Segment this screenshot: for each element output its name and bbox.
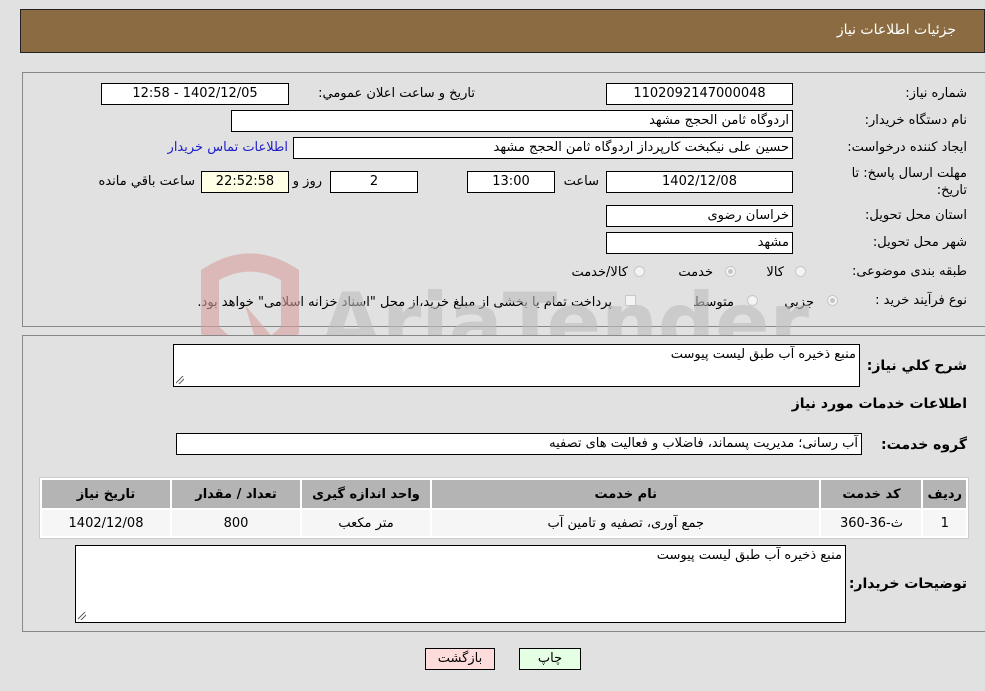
service-group-label: گروه خدمت: bbox=[881, 437, 967, 453]
deadline-label-line2: تاريخ: bbox=[936, 183, 967, 198]
buyer-org-label: نام دستگاه خريدار: bbox=[864, 113, 967, 128]
buyer-notes-label: توضيحات خريدار: bbox=[848, 576, 967, 592]
cell-row-number: 1 bbox=[923, 510, 966, 536]
process-option-minor: جزيي bbox=[784, 295, 814, 310]
treasury-note: پرداخت تمام يا بخشی از مبلغ خريد،از محل … bbox=[197, 295, 612, 310]
deadline-label-line1: مهلت ارسال پاسخ: تا bbox=[851, 166, 967, 181]
deadline-label: مهلت ارسال پاسخ: تا تاريخ: bbox=[852, 165, 967, 199]
services-heading: اطلاعات خدمات مورد نياز bbox=[791, 396, 967, 412]
col-service-code: کد خدمت bbox=[821, 480, 922, 508]
requester-field: حسين علی نيکبخت کارپرداز اردوگاه ثامن ال… bbox=[293, 137, 793, 159]
cell-need-date: 1402/12/08 bbox=[42, 510, 170, 536]
city-field: مشهد bbox=[606, 232, 793, 254]
category-option-goods-service: کالا/خدمت bbox=[571, 265, 628, 280]
announce-datetime-label: تاريخ و ساعت اعلان عمومي: bbox=[318, 86, 475, 101]
general-description-label: شرح کلي نياز: bbox=[866, 358, 967, 374]
requester-label: ايجاد کننده درخواست: bbox=[847, 140, 967, 155]
province-label: استان محل تحويل: bbox=[865, 208, 967, 223]
city-label: شهر محل تحويل: bbox=[872, 235, 967, 250]
service-group-field: آب رسانی؛ مديريت پسماند، فاضلاب و فعاليت… bbox=[176, 433, 862, 455]
resize-handle-icon[interactable] bbox=[78, 612, 86, 620]
cell-quantity: 800 bbox=[172, 510, 300, 536]
announce-datetime-field: 1402/12/05 - 12:58 bbox=[101, 83, 289, 105]
buyer-org-field: اردوگاه ثامن الحجج مشهد bbox=[231, 110, 793, 132]
province-field: خراسان رضوی bbox=[606, 205, 793, 227]
general-description-text: منبع ذخيره آب طبق ليست پيوست bbox=[670, 347, 856, 362]
buyer-notes-textarea[interactable]: منبع ذخيره آب طبق ليست پيوست bbox=[75, 545, 846, 623]
cell-service-code: ث-36-360 bbox=[821, 510, 922, 536]
resize-handle-icon[interactable] bbox=[176, 376, 184, 384]
cell-service-name: جمع آوری، تصفيه و تامين آب bbox=[432, 510, 820, 536]
purchase-process-label: نوع فرآيند خريد : bbox=[875, 293, 967, 308]
days-label: روز و bbox=[292, 174, 322, 189]
category-label: طبقه بندی موضوعی: bbox=[851, 264, 967, 279]
days-remaining-field: 2 bbox=[330, 171, 418, 193]
col-quantity: تعداد / مقدار bbox=[172, 480, 300, 508]
category-option-goods: کالا bbox=[766, 265, 784, 280]
process-radio-medium[interactable] bbox=[747, 295, 758, 306]
deadline-time-field: 13:00 bbox=[467, 171, 555, 193]
back-button[interactable]: بازگشت bbox=[425, 648, 495, 670]
process-option-medium: متوسط bbox=[693, 295, 734, 310]
need-number-label: شماره نیاز: bbox=[905, 86, 967, 101]
general-description-textarea[interactable]: منبع ذخيره آب طبق ليست پيوست bbox=[173, 344, 860, 387]
buyer-notes-text: منبع ذخيره آب طبق ليست پيوست bbox=[656, 548, 842, 563]
page-header: جزئيات اطلاعات نياز bbox=[20, 9, 985, 53]
table-header-row: رديف کد خدمت نام خدمت واحد اندازه گيری ت… bbox=[42, 480, 966, 508]
deadline-date-field: 1402/12/08 bbox=[606, 171, 793, 193]
page-title: جزئيات اطلاعات نياز bbox=[836, 22, 956, 38]
col-row-number: رديف bbox=[923, 480, 966, 508]
need-number-field: 1102092147000048 bbox=[606, 83, 793, 105]
category-radio-service[interactable] bbox=[725, 266, 736, 277]
col-unit: واحد اندازه گيری bbox=[302, 480, 430, 508]
cell-unit: متر مکعب bbox=[302, 510, 430, 536]
time-remaining-label: ساعت باقي مانده bbox=[98, 174, 195, 189]
category-radio-goods-service[interactable] bbox=[634, 266, 645, 277]
table-row: 1 ث-36-360 جمع آوری، تصفيه و تامين آب مت… bbox=[42, 510, 966, 536]
print-button[interactable]: چاپ bbox=[519, 648, 581, 670]
services-table: رديف کد خدمت نام خدمت واحد اندازه گيری ت… bbox=[39, 477, 969, 539]
deadline-time-label: ساعت bbox=[563, 174, 599, 189]
col-need-date: تاريخ نياز bbox=[42, 480, 170, 508]
category-radio-goods[interactable] bbox=[795, 266, 806, 277]
category-option-service: خدمت bbox=[678, 265, 713, 280]
treasury-checkbox[interactable] bbox=[625, 295, 636, 306]
time-remaining-field: 22:52:58 bbox=[201, 171, 289, 193]
process-radio-minor[interactable] bbox=[827, 295, 838, 306]
col-service-name: نام خدمت bbox=[432, 480, 820, 508]
buyer-contact-link[interactable]: اطلاعات تماس خريدار bbox=[168, 140, 288, 155]
